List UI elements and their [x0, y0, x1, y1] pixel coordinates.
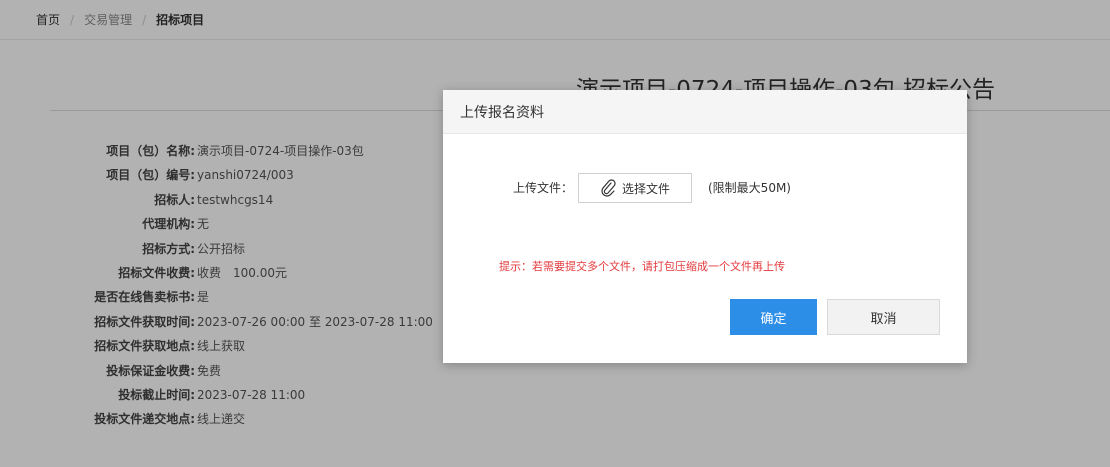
modal-body: 上传文件： 选择文件 (限制最大50M) 提示：若需要提交多个文件，请打包压缩成…	[443, 134, 967, 363]
confirm-button[interactable]: 确定	[730, 299, 817, 335]
modal-header: 上传报名资料	[443, 90, 967, 134]
choose-file-label: 选择文件	[621, 181, 670, 196]
upload-hint: 提示：若需要提交多个文件，请打包压缩成一个文件再上传	[499, 260, 785, 273]
upload-modal: 上传报名资料 上传文件： 选择文件 (限制最大50M) 提示：若需要提交多个文件…	[443, 90, 967, 363]
file-size-limit: (限制最大50M)	[708, 181, 791, 195]
upload-file-label: 上传文件：	[513, 181, 574, 195]
cancel-button[interactable]: 取消	[827, 299, 940, 335]
modal-title: 上传报名资料	[460, 104, 544, 121]
choose-file-button[interactable]: 选择文件	[578, 173, 692, 203]
paperclip-icon	[600, 179, 616, 197]
